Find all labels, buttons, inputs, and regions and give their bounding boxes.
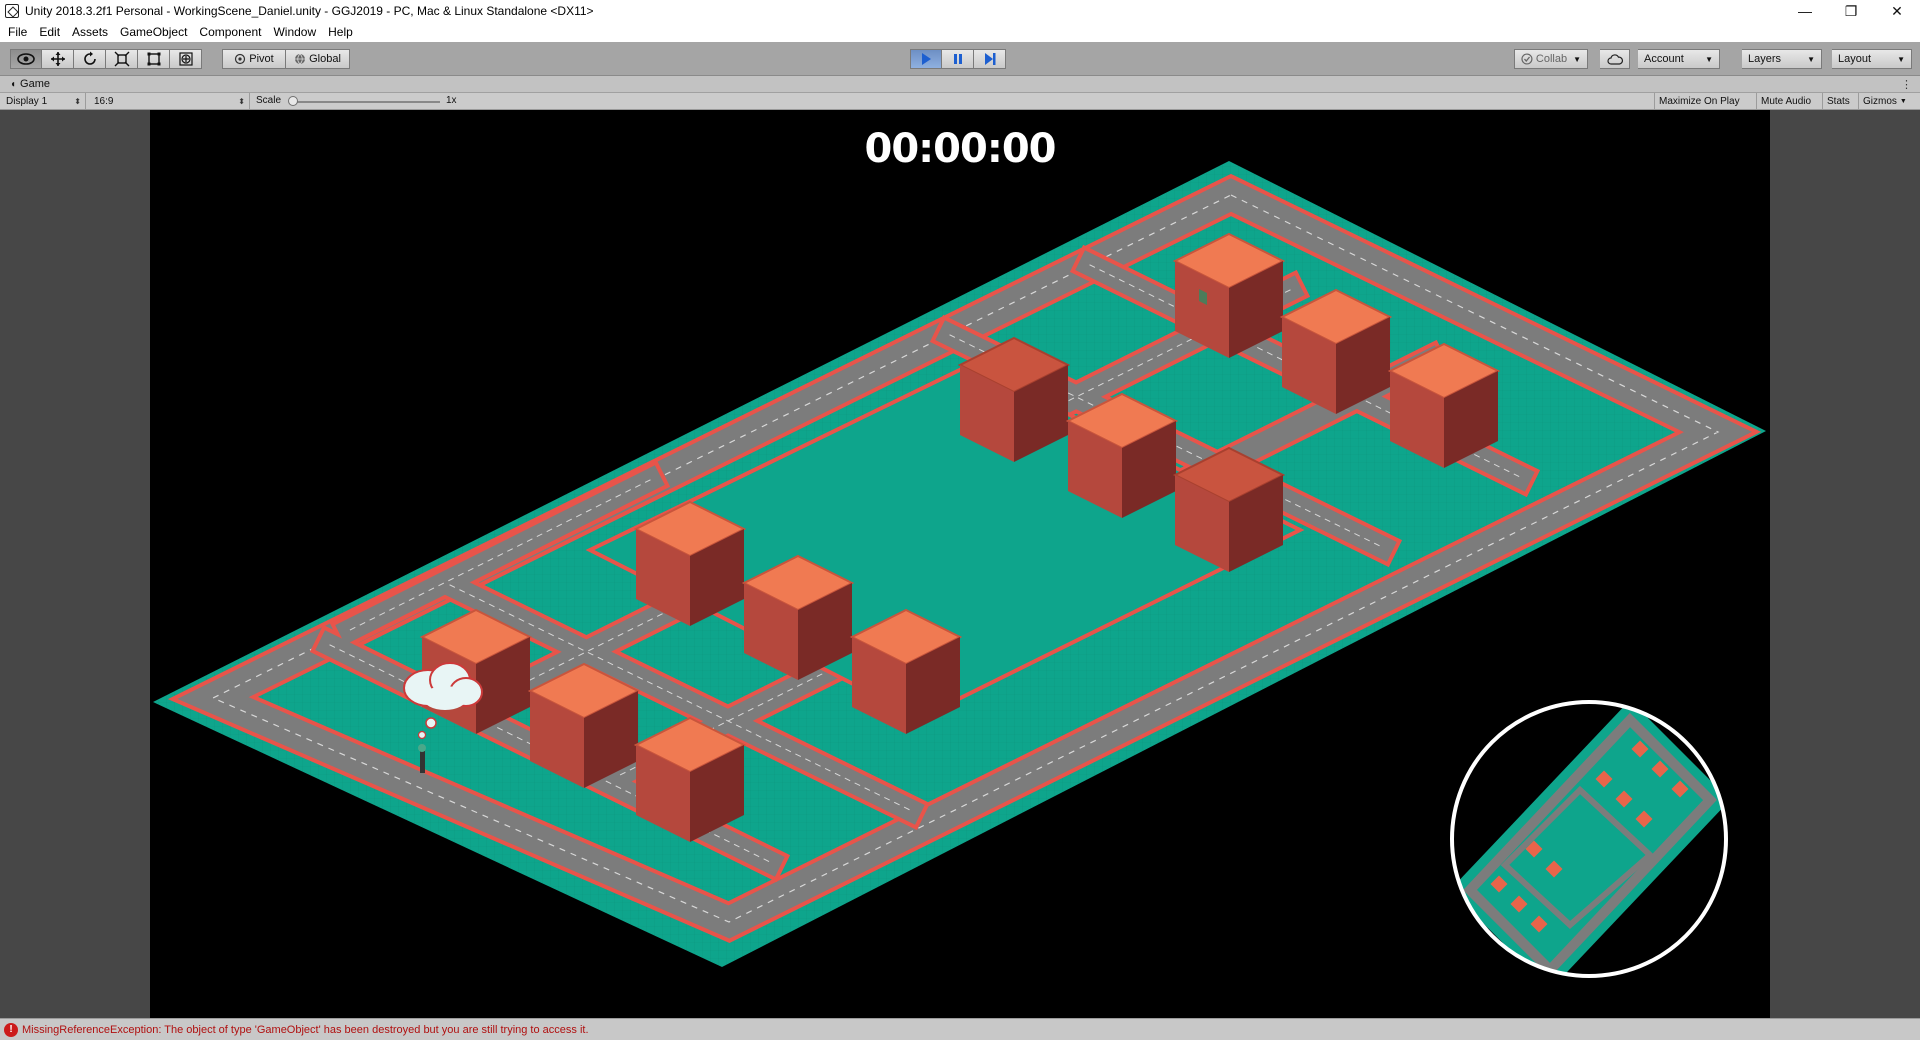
collab-label: Collab — [1535, 53, 1568, 65]
account-dropdown[interactable]: Account ▼ — [1638, 49, 1720, 69]
game-panel-header: ◖ Game ⋮ — [0, 76, 1920, 93]
close-button[interactable]: ✕ — [1874, 0, 1920, 22]
gizmos-dropdown[interactable]: Gizmos ▼ — [1858, 93, 1920, 109]
collab-button[interactable]: Collab ▼ — [1514, 49, 1588, 69]
cloud-button[interactable] — [1600, 49, 1630, 69]
step-icon — [984, 53, 995, 65]
chevron-down-icon: ▼ — [1705, 54, 1713, 64]
move-tool-button[interactable] — [42, 49, 74, 69]
account-label: Account — [1644, 53, 1684, 65]
panel-menu-icon[interactable]: ⋮ — [1901, 78, 1912, 91]
layers-label: Layers — [1748, 53, 1782, 65]
window-controls: — ❐ ✕ — [1782, 0, 1920, 22]
mute-label: Mute Audio — [1761, 95, 1812, 107]
layout-label: Layout — [1838, 53, 1872, 65]
updown-arrow-icon: ⬍ — [74, 96, 81, 106]
pivot-toggles: Pivot Global — [222, 49, 350, 69]
menu-component[interactable]: Component — [193, 25, 267, 39]
menu-window[interactable]: Window — [267, 25, 322, 39]
error-icon: ! — [4, 1022, 18, 1037]
menu-help[interactable]: Help — [322, 25, 359, 39]
tab-game[interactable]: ◖ Game — [0, 76, 50, 93]
global-label: Global — [309, 53, 341, 65]
gizmos-label: Gizmos — [1863, 95, 1897, 107]
hand-tool-button[interactable] — [10, 49, 42, 69]
game-viewport[interactable]: 00:00:00 — [150, 110, 1770, 1018]
mute-audio-toggle[interactable]: Mute Audio — [1756, 93, 1822, 109]
display-dropdown[interactable]: Display 1 ⬍ — [0, 93, 86, 109]
scale-icon — [114, 51, 129, 67]
game-view-bar: Display 1 ⬍ 16:9 ⬍ Scale 1x Maximize On … — [0, 93, 1920, 110]
layout-dropdown[interactable]: Layout ▼ — [1832, 49, 1912, 69]
menu-file[interactable]: File — [2, 25, 33, 39]
pacman-icon: ◖ — [10, 78, 17, 90]
unity-logo-icon — [5, 4, 19, 18]
pause-icon — [953, 54, 962, 64]
rect-transform-icon — [147, 52, 160, 66]
pause-button[interactable] — [942, 49, 974, 69]
global-button[interactable]: Global — [286, 49, 350, 69]
menu-bar: File Edit Assets GameObject Component Wi… — [0, 22, 1920, 42]
status-message: MissingReferenceException: The object of… — [22, 1023, 589, 1036]
stats-label: Stats — [1827, 95, 1850, 107]
chevron-down-icon: ▼ — [1807, 54, 1815, 64]
game-view: 00:00:00 — [0, 110, 1920, 1018]
play-button[interactable] — [910, 49, 942, 69]
menu-edit[interactable]: Edit — [33, 25, 66, 39]
stats-toggle[interactable]: Stats — [1822, 93, 1858, 109]
aspect-label: 16:9 — [94, 95, 114, 107]
scale-value: 1x — [446, 95, 457, 106]
maximize-on-play-toggle[interactable]: Maximize On Play — [1654, 93, 1756, 109]
isometric-city-scene — [153, 161, 1766, 978]
scale-tool-button[interactable] — [106, 49, 138, 69]
main-toolbar: Pivot Global Collab ▼ Account ▼ Layers ▼… — [0, 42, 1920, 76]
pivot-button[interactable]: Pivot — [222, 49, 286, 69]
cloud-icon — [1606, 53, 1623, 65]
transform-tool-button[interactable] — [170, 49, 202, 69]
rotate-icon — [83, 51, 96, 65]
step-button[interactable] — [974, 49, 1006, 69]
pivot-icon — [235, 53, 246, 65]
rect-tool-button[interactable] — [138, 49, 170, 69]
pivot-label: Pivot — [249, 53, 274, 65]
window-title: Unity 2018.3.2f1 Personal - WorkingScene… — [25, 4, 594, 18]
display-label: Display 1 — [6, 95, 48, 107]
chevron-down-icon: ▼ — [1573, 54, 1581, 64]
rotate-tool-button[interactable] — [74, 49, 106, 69]
menu-assets[interactable]: Assets — [66, 25, 114, 39]
chevron-down-icon: ▼ — [1899, 97, 1907, 105]
globe-icon — [295, 53, 306, 65]
game-timer: 00:00:00 — [864, 126, 1057, 172]
play-icon — [922, 53, 931, 65]
minimize-button[interactable]: — — [1782, 0, 1828, 22]
aspect-dropdown[interactable]: 16:9 ⬍ — [88, 93, 250, 109]
eye-icon — [17, 53, 35, 65]
minimap — [1450, 700, 1728, 978]
combined-transform-icon — [178, 52, 193, 66]
updown-arrow-icon: ⬍ — [238, 96, 245, 106]
maximize-label: Maximize On Play — [1659, 95, 1740, 107]
scale-label: Scale — [256, 95, 282, 106]
title-bar: Unity 2018.3.2f1 Personal - WorkingScene… — [0, 0, 1920, 22]
layers-dropdown[interactable]: Layers ▼ — [1742, 49, 1822, 69]
restore-button[interactable]: ❐ — [1828, 0, 1874, 22]
chevron-down-icon: ▼ — [1897, 54, 1905, 64]
console-status-bar[interactable]: ! MissingReferenceException: The object … — [0, 1018, 1920, 1040]
transform-tools — [10, 49, 202, 69]
move-arrows-icon — [50, 52, 65, 66]
menu-gameobject[interactable]: GameObject — [114, 25, 193, 39]
collab-check-icon — [1521, 53, 1533, 65]
scale-slider-handle[interactable] — [288, 96, 298, 106]
playback-controls — [910, 49, 1006, 69]
game-tab-label: Game — [20, 78, 51, 90]
scale-slider-track[interactable] — [290, 101, 440, 103]
